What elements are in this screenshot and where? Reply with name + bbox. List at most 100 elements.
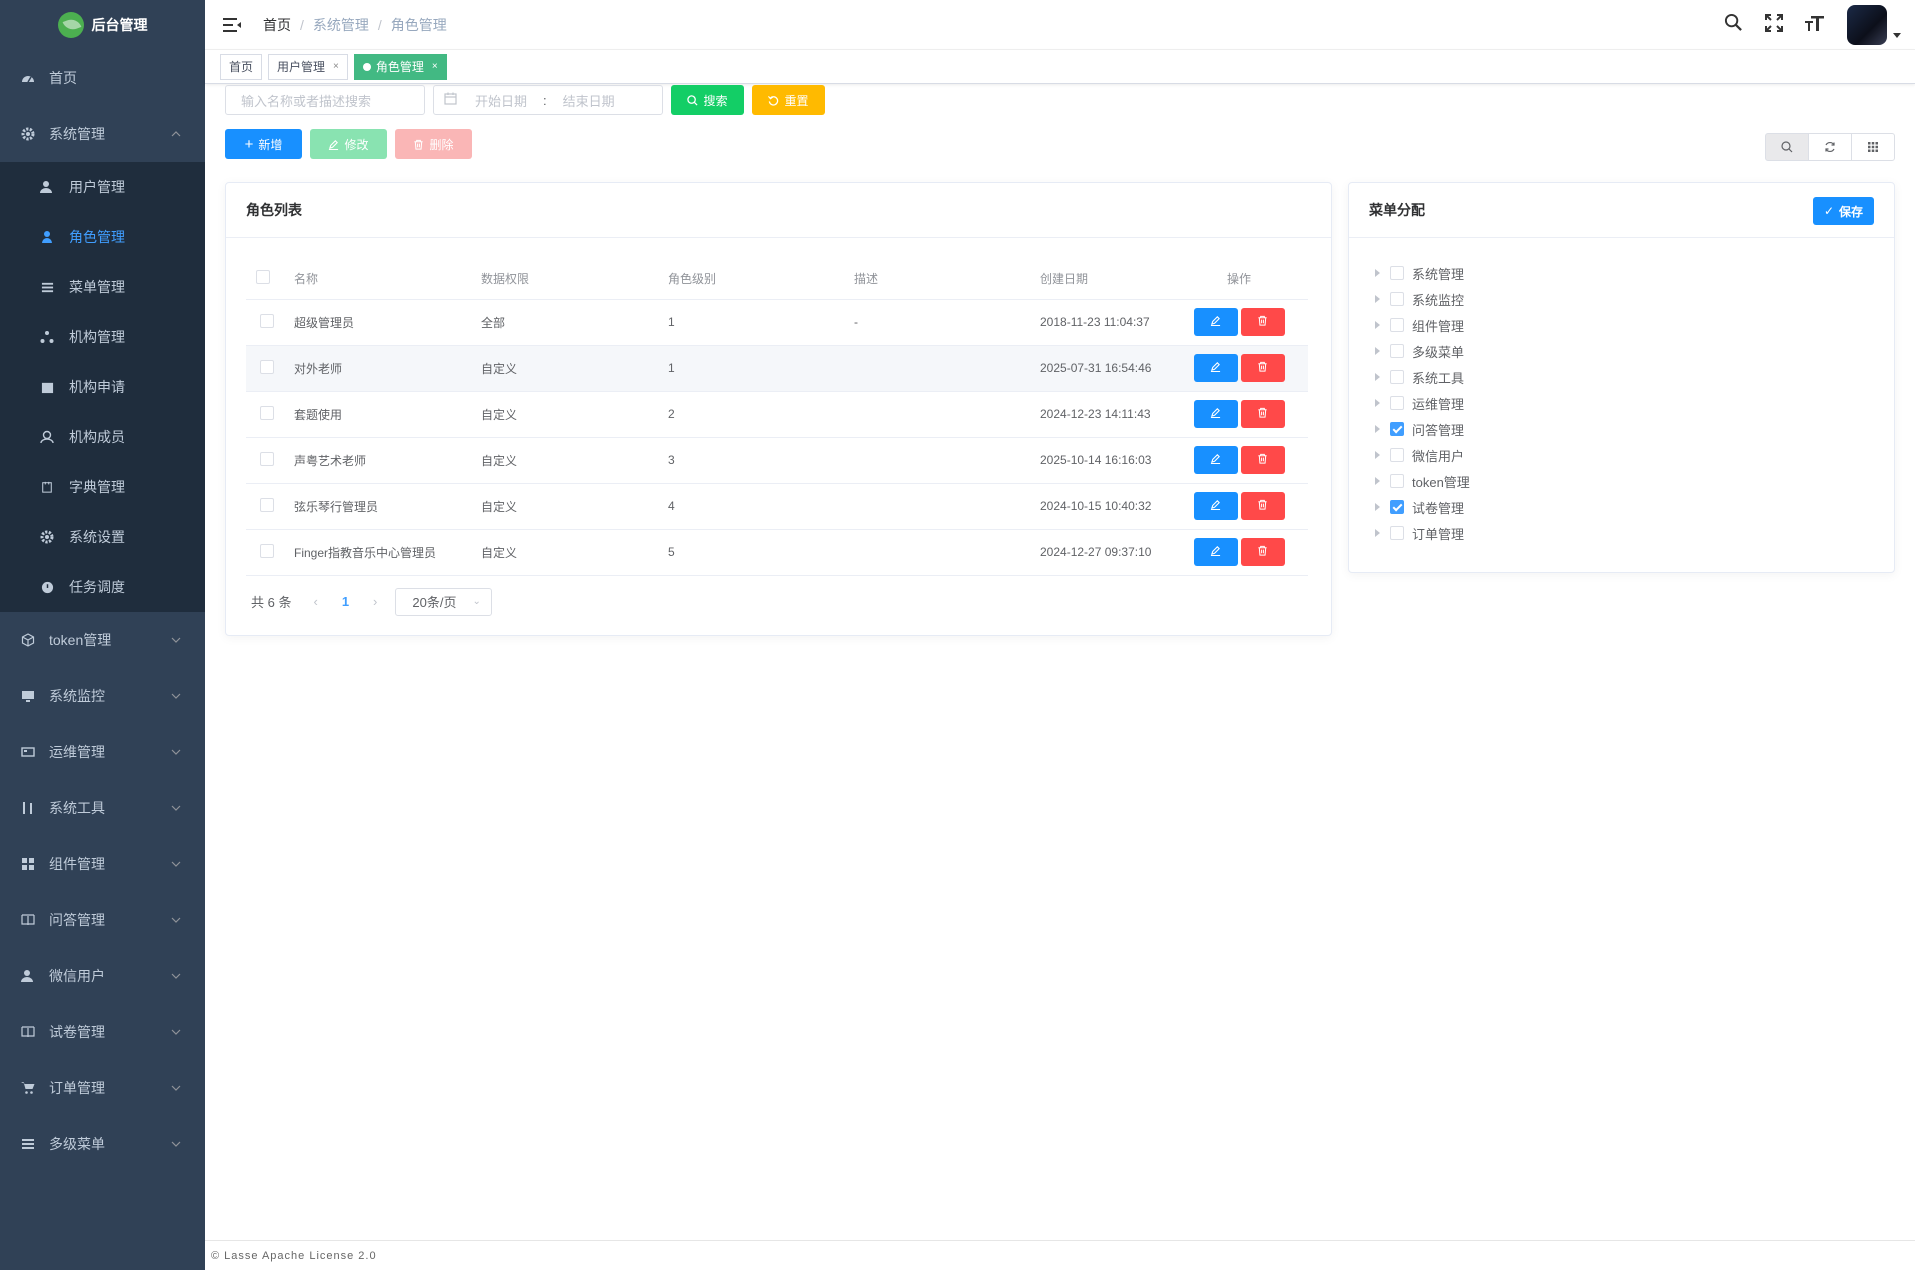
tree-node[interactable]: 试卷管理 — [1375, 494, 1894, 520]
close-icon[interactable]: × — [432, 61, 438, 72]
row-edit-button[interactable] — [1193, 538, 1238, 566]
sidebar-item[interactable]: 首页 — [0, 50, 205, 106]
caret-right-icon[interactable] — [1375, 347, 1380, 355]
caret-down-icon[interactable] — [1893, 32, 1901, 38]
sidebar-item[interactable]: 运维管理 — [0, 724, 205, 780]
tree-node-checkbox[interactable] — [1390, 448, 1404, 462]
page-number[interactable]: 1 — [342, 594, 349, 609]
row-edit-button[interactable] — [1193, 354, 1238, 382]
row-delete-button[interactable] — [1240, 400, 1285, 428]
caret-right-icon[interactable] — [1375, 503, 1380, 511]
tag-item[interactable]: 用户管理 × — [268, 53, 348, 80]
tree-node-checkbox[interactable] — [1390, 370, 1404, 384]
caret-right-icon[interactable] — [1375, 269, 1380, 277]
row-delete-button[interactable] — [1240, 354, 1285, 382]
tag-item[interactable]: 角色管理 × — [353, 53, 447, 80]
caret-right-icon[interactable] — [1375, 529, 1380, 537]
sidebar-item[interactable]: 试卷管理 — [0, 1004, 205, 1060]
sidebar-item[interactable]: 系统监控 — [0, 668, 205, 724]
sidebar-item[interactable]: 微信用户 — [0, 948, 205, 1004]
caret-right-icon[interactable] — [1375, 451, 1380, 459]
caret-right-icon[interactable] — [1375, 425, 1380, 433]
tree-node-checkbox[interactable] — [1390, 526, 1404, 540]
sidebar-item[interactable]: 系统管理 — [0, 106, 205, 162]
prev-page-icon[interactable]: ‹ — [313, 594, 317, 609]
reset-button[interactable]: 重置 — [752, 85, 825, 115]
sidebar-item[interactable]: 组件管理 — [0, 836, 205, 892]
font-size-icon[interactable] — [1805, 14, 1825, 37]
sidebar-item[interactable]: 多级菜单 — [0, 1116, 205, 1172]
row-edit-button[interactable] — [1193, 400, 1238, 428]
sidebar-item[interactable]: 订单管理 — [0, 1060, 205, 1116]
row-delete-button[interactable] — [1240, 308, 1285, 336]
select-all-checkbox[interactable] — [256, 270, 270, 285]
row-checkbox[interactable] — [260, 313, 274, 328]
tree-node[interactable]: 系统监控 — [1375, 286, 1894, 312]
caret-right-icon[interactable] — [1375, 295, 1380, 303]
submenu-item[interactable]: 任务调度 — [0, 562, 205, 612]
table-row[interactable]: Finger指教音乐中心管理员 自定义 5 2024-12-27 09:37:10 — [246, 529, 1308, 576]
fullscreen-icon[interactable] — [1765, 13, 1783, 37]
breadcrumb-system[interactable]: 系统管理 — [313, 15, 369, 35]
start-date-placeholder[interactable]: 开始日期 — [475, 91, 527, 110]
columns-button[interactable] — [1851, 133, 1895, 161]
tree-node-checkbox[interactable] — [1390, 292, 1404, 306]
row-delete-button[interactable] — [1240, 538, 1285, 566]
logo[interactable]: 后台管理 — [0, 0, 205, 50]
tree-node-checkbox[interactable] — [1390, 318, 1404, 332]
tree-node-checkbox[interactable] — [1390, 474, 1404, 488]
breadcrumb-home[interactable]: 首页 — [263, 15, 291, 35]
row-edit-button[interactable] — [1193, 446, 1238, 474]
sidebar-item[interactable]: token管理 — [0, 612, 205, 668]
submenu-item[interactable]: 机构成员 — [0, 412, 205, 462]
table-row[interactable]: 弦乐琴行管理员 自定义 4 2024-10-15 10:40:32 — [246, 483, 1308, 530]
row-edit-button[interactable] — [1193, 308, 1238, 336]
add-button[interactable]: + 新增 — [225, 129, 302, 159]
submenu-item[interactable]: 机构申请 — [0, 362, 205, 412]
tag-item[interactable]: 首页 — [220, 53, 263, 80]
tree-node[interactable]: 微信用户 — [1375, 442, 1894, 468]
caret-right-icon[interactable] — [1375, 399, 1380, 407]
end-date-placeholder[interactable]: 结束日期 — [563, 91, 615, 110]
edit-button[interactable]: 修改 — [310, 129, 387, 159]
submenu-item[interactable]: 菜单管理 — [0, 262, 205, 312]
tree-node[interactable]: 多级菜单 — [1375, 338, 1894, 364]
row-checkbox[interactable] — [260, 451, 274, 466]
toggle-search-button[interactable] — [1765, 133, 1809, 161]
tree-node-checkbox[interactable] — [1390, 344, 1404, 358]
table-row[interactable]: 对外老师 自定义 1 2025-07-31 16:54:46 — [246, 345, 1308, 392]
tree-node[interactable]: 组件管理 — [1375, 312, 1894, 338]
refresh-button[interactable] — [1808, 133, 1852, 161]
sidebar-item[interactable]: 系统工具 — [0, 780, 205, 836]
tree-node[interactable]: 系统管理 — [1375, 260, 1894, 286]
row-checkbox[interactable] — [260, 543, 274, 558]
caret-right-icon[interactable] — [1375, 373, 1380, 381]
row-edit-button[interactable] — [1193, 492, 1238, 520]
tree-node[interactable]: 运维管理 — [1375, 390, 1894, 416]
tree-node-checkbox[interactable] — [1390, 500, 1404, 514]
date-range-picker[interactable]: 开始日期 : 结束日期 — [433, 85, 663, 115]
row-checkbox[interactable] — [260, 359, 274, 374]
table-row[interactable]: 套题使用 自定义 2 2024-12-23 14:11:43 — [246, 391, 1308, 438]
search-icon[interactable] — [1724, 13, 1743, 37]
next-page-icon[interactable]: › — [373, 594, 377, 609]
close-icon[interactable]: × — [333, 61, 339, 72]
tree-node[interactable]: 问答管理 — [1375, 416, 1894, 442]
row-checkbox[interactable] — [260, 497, 274, 512]
row-checkbox[interactable] — [260, 405, 274, 420]
tree-node[interactable]: token管理 — [1375, 468, 1894, 494]
sidebar-item[interactable]: 问答管理 — [0, 892, 205, 948]
submenu-item[interactable]: 角色管理 — [0, 212, 205, 262]
save-button[interactable]: ✓ 保存 — [1813, 197, 1874, 225]
delete-button[interactable]: 删除 — [395, 129, 472, 159]
table-row[interactable]: 超级管理员 全部 1-2018-11-23 11:04:37 — [246, 299, 1308, 346]
search-input[interactable]: 输入名称或者描述搜索 — [225, 85, 425, 115]
submenu-item[interactable]: 字典管理 — [0, 462, 205, 512]
row-delete-button[interactable] — [1240, 492, 1285, 520]
tree-node-checkbox[interactable] — [1390, 266, 1404, 280]
tree-node-checkbox[interactable] — [1390, 396, 1404, 410]
submenu-item[interactable]: 系统设置 — [0, 512, 205, 562]
table-row[interactable]: 声粤艺术老师 自定义 3 2025-10-14 16:16:03 — [246, 437, 1308, 484]
caret-right-icon[interactable] — [1375, 321, 1380, 329]
tree-node[interactable]: 订单管理 — [1375, 520, 1894, 546]
